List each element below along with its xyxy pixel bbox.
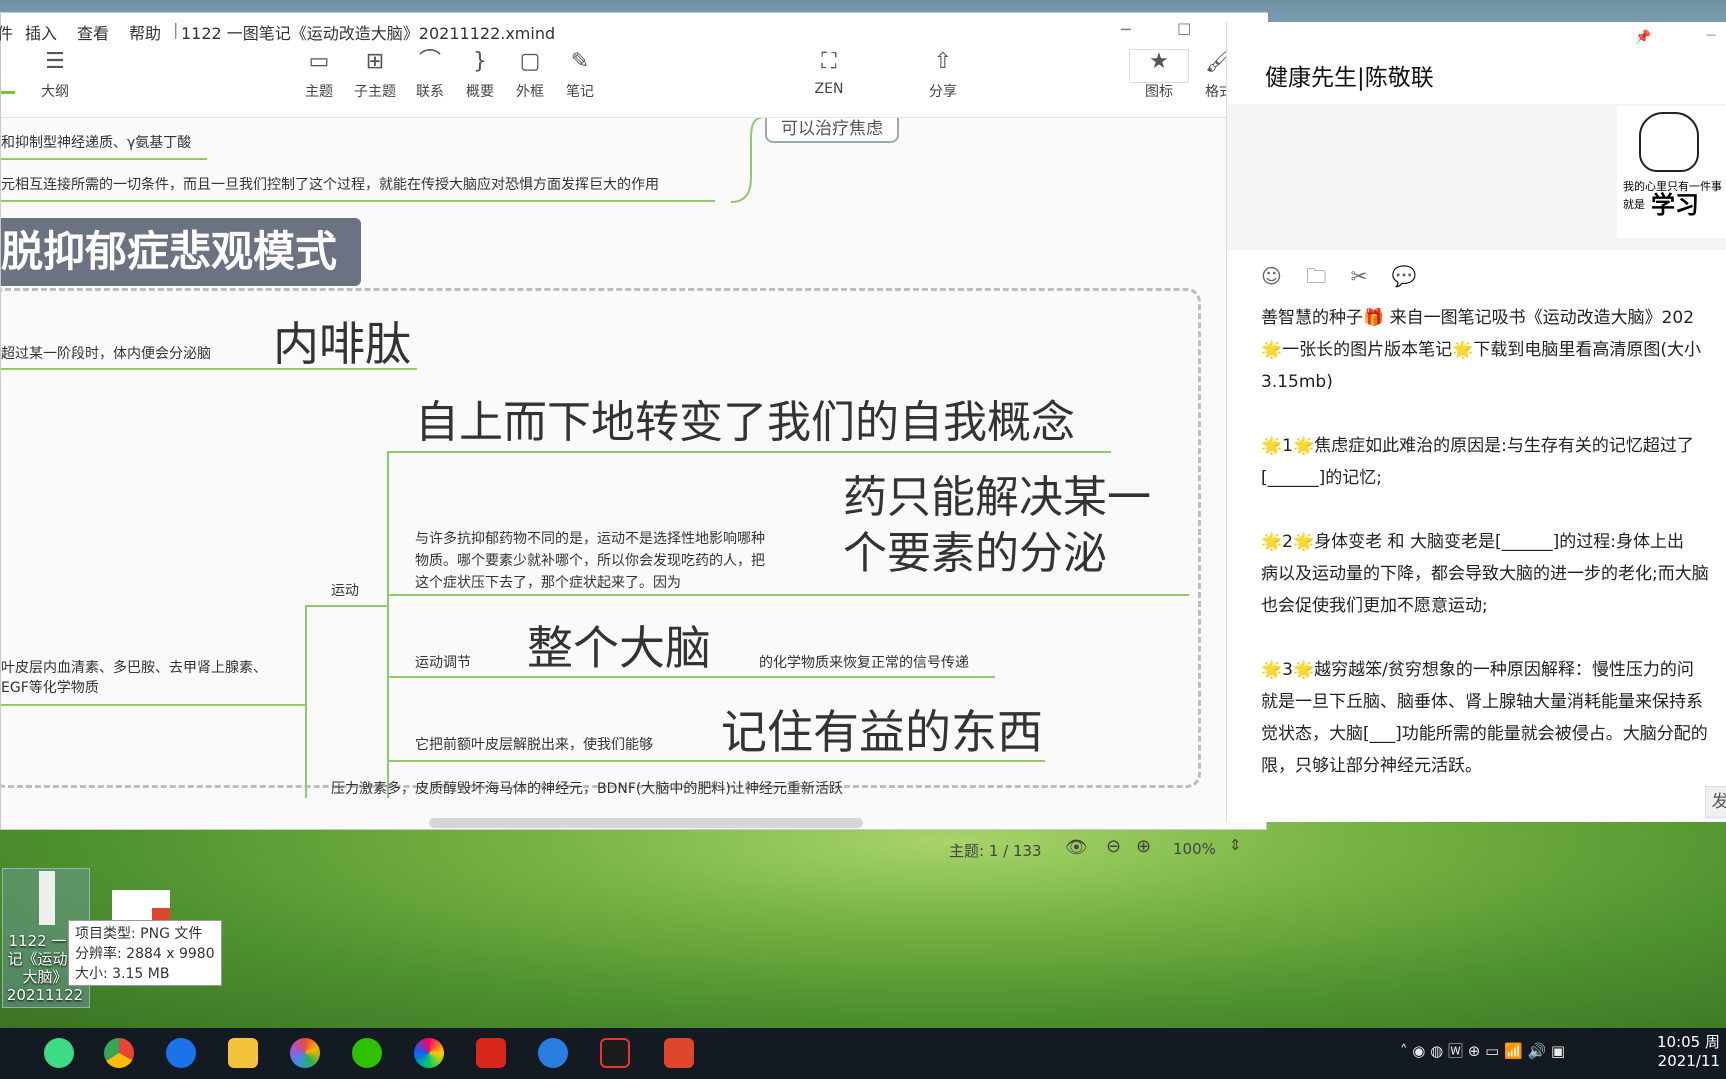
topic-remember[interactable]: 记住有益的东西 [721, 696, 1043, 762]
branch-line [1, 200, 715, 202]
share-button[interactable]: ⇧ 分享 [913, 43, 973, 101]
mindmap-canvas[interactable]: 可以治疗焦虑 和抑制型神经递质、γ氨基丁酸 元相互连接所需的一切条件，而且一旦我… [1, 118, 1268, 798]
color-app-icon[interactable] [290, 1038, 320, 1068]
file-tooltip: 项目类型: PNG 文件 分辨率: 2884 x 9980 大小: 3.15 MB [68, 920, 222, 986]
outline-button[interactable]: ☰ 大纲 [25, 43, 85, 101]
topic-drug-para[interactable]: 与许多抗抑郁药物不同的是，运动不是选择性地影响哪种 物质。哪个要素少就补哪个，所以… [415, 528, 765, 594]
topic-exercise[interactable]: 运动 [331, 580, 359, 600]
outline-icon: ☰ [45, 49, 65, 74]
chat-minimize-icon[interactable]: ─ [1707, 28, 1715, 44]
branch-line [1, 368, 417, 370]
branch-line [305, 605, 389, 607]
branch-vertical [305, 605, 307, 798]
topic-drug-limit[interactable]: 药只能解决某一 个要素的分泌 [843, 470, 1151, 582]
sidebar-indicator [1, 91, 15, 94]
palette-icon[interactable] [414, 1038, 444, 1068]
chat-title: 健康先生|陈敬联 [1265, 65, 1434, 91]
branch-vertical [387, 451, 389, 798]
topic-regulate[interactable]: 运动调节 [415, 652, 471, 672]
callout-topic[interactable]: 可以治疗焦虑 [765, 118, 899, 143]
send-button[interactable]: 发 [1705, 786, 1726, 818]
branch-line [389, 451, 1111, 453]
sticker-drawing [1639, 112, 1699, 172]
menu-insert[interactable]: 插入 [25, 20, 57, 44]
branch-line [389, 594, 1189, 596]
emoji-icon[interactable]: ☺ [1261, 264, 1282, 288]
tray-icons[interactable]: ˄ ◉ ◍ 🅆 ⊕ ▭ 📶 🔊 ▣ [1400, 1040, 1565, 1061]
topic-whole-brain[interactable]: 整个大脑 [527, 612, 711, 678]
note-button[interactable]: ✎ 笔记 [550, 43, 610, 101]
topic-prefrontal[interactable]: 它把前额叶皮层解脱出来，使我们能够 [415, 734, 653, 754]
android-icon[interactable] [44, 1038, 74, 1068]
toolbar: ☰ 大纲 ▭ 主题 ⊞ 子主题 ⌒ 联系 } 概要 ▢ 外框 ✎ 笔记 ⛶ ZEN ⇧ 分享 ★ 图… [1, 43, 1268, 118]
branch-line [389, 676, 995, 678]
topic-button[interactable]: ▭ 主题 [289, 43, 349, 101]
chat-toolbar: ☺ 🗀 ✂ 💬 [1261, 262, 1417, 296]
network-app-icon[interactable] [538, 1038, 568, 1068]
topic-endorphin[interactable]: 内啡肽 [273, 308, 411, 374]
connector-curve [730, 118, 762, 203]
topic-signal[interactable]: 的化学物质来恢复正常的信号传递 [759, 652, 969, 672]
menu-file[interactable]: 件 [0, 20, 13, 44]
section-header[interactable]: 脱抑郁症悲观模式 [1, 218, 361, 286]
subtopic-icon: ⊞ [365, 49, 385, 74]
maximize-icon[interactable]: ☐ [1177, 20, 1191, 39]
topic-secrete[interactable]: 超过某一阶段时，体内便会分泌脑 [1, 343, 211, 363]
minimize-icon[interactable]: ─ [1121, 20, 1131, 39]
pin-icon[interactable]: 📌 [1635, 30, 1651, 45]
menu-help[interactable]: 帮助 [129, 20, 161, 44]
wechat-icon[interactable] [352, 1038, 382, 1068]
note-icon: ✎ [570, 49, 590, 74]
recorder-icon[interactable] [600, 1038, 630, 1068]
zoom-level[interactable]: 100% [1173, 840, 1216, 858]
status-bar: 主题: 1 / 133 👁 ⊖ ⊕ 100% ⇕ [1, 831, 1268, 861]
chrome-icon[interactable] [104, 1038, 134, 1068]
chat-window: 健康先生|陈敬联 📌 ─ 我的心里只有一件事 就是 学习 ☺ 🗀 ✂ 💬 善智慧… [1226, 22, 1726, 822]
share-icon: ⇧ [933, 49, 953, 74]
topic-gaba[interactable]: 和抑制型神经递质、γ氨基丁酸 [1, 132, 191, 152]
icon-button[interactable]: ★ 图标 [1129, 43, 1189, 101]
zoom-in-icon[interactable]: ⊕ [1136, 836, 1151, 857]
chat-bubble-icon[interactable]: 💬 [1392, 264, 1417, 288]
message-input[interactable]: 善智慧的种子🎁 来自一图笔记吸书《运动改造大脑》202 🌟一张长的图片版本笔记🌟下… [1261, 302, 1726, 782]
topic-cortisol[interactable]: 压力激素多，皮质醇毁坏海马体的神经元，BDNF(大脑中的肥料)让神经元重新活跃 [331, 778, 843, 798]
file-explorer-icon[interactable] [228, 1038, 258, 1068]
folder-icon[interactable]: 🗀 [1306, 264, 1326, 288]
branch-line [1, 158, 207, 160]
topic-neurotransmitters[interactable]: 叶皮层内血清素、多巴胺、去甲肾上腺素、 EGF等化学物质 [1, 658, 267, 698]
menu-view[interactable]: 查看 [77, 20, 109, 44]
xmind-window: 件 插入 查看 帮助 | 1122 一图笔记《运动改造大脑》20211122.x… [0, 12, 1268, 860]
topic-icon: ▭ [308, 49, 330, 74]
horizontal-scrollbar[interactable] [429, 818, 863, 828]
window-title: 1122 一图笔记《运动改造大脑》20211122.xmind [181, 24, 556, 43]
topic-count: 主题: 1 / 133 [949, 842, 1042, 860]
topic-self-concept[interactable]: 自上而下地转变了我们的自我概念 [415, 386, 1075, 450]
branch-line [1, 704, 305, 706]
branch-line [389, 760, 1045, 762]
xmind-icon[interactable] [664, 1038, 694, 1068]
sticker-image[interactable]: 我的心里只有一件事 就是 学习 [1617, 106, 1726, 238]
wps-icon[interactable] [476, 1038, 506, 1068]
menu-divider: | [173, 20, 179, 39]
star-icon: ★ [1149, 49, 1169, 74]
zen-button[interactable]: ⛶ ZEN [799, 43, 859, 97]
zoom-out-icon[interactable]: ⊖ [1106, 836, 1121, 857]
eye-icon[interactable]: 👁 [1065, 837, 1088, 858]
subtopic-button[interactable]: ⊞ 子主题 [345, 43, 405, 101]
system-clock[interactable]: 10:05 周 2021/11 [1657, 1033, 1720, 1071]
k-app-icon[interactable] [166, 1038, 196, 1068]
menu-bar: 件 插入 查看 帮助 | 1122 一图笔记《运动改造大脑》20211122.x… [0, 13, 1268, 44]
scissors-icon[interactable]: ✂ [1351, 264, 1368, 288]
zen-icon: ⛶ [821, 49, 837, 74]
topic-connection[interactable]: 元相互连接所需的一切条件，而且一旦我们控制了这个过程，就能在传授大脑应对恐惧方面… [1, 174, 659, 194]
zoom-stepper-icon[interactable]: ⇕ [1229, 836, 1242, 854]
